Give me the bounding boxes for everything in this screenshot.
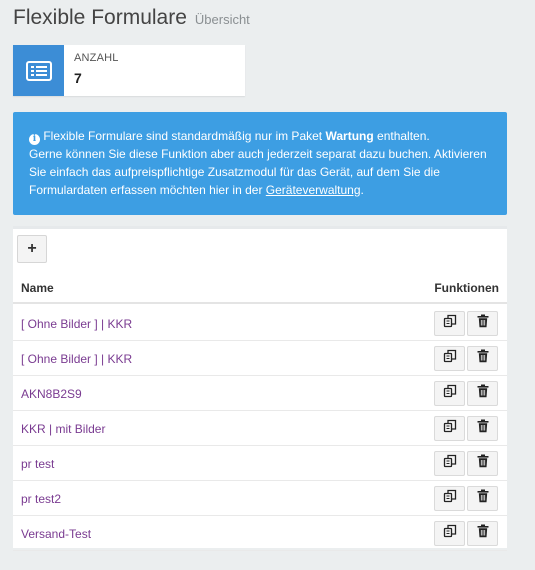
table-row: KKR | mit Bilder [13, 411, 507, 446]
info-line-2: Gerne können Sie diese Funktion aber auc… [29, 147, 487, 197]
copy-icon [443, 349, 457, 368]
trash-icon [477, 489, 489, 508]
copy-button[interactable] [434, 416, 465, 441]
trash-icon [477, 419, 489, 438]
info-circle-icon: i [29, 134, 40, 145]
table-body: [ Ohne Bilder ] | KKR [ Ohne Bilder ] | K… [13, 306, 507, 551]
list-card-icon [13, 45, 64, 96]
page-header: Flexible Formulare Übersicht [13, 6, 250, 30]
copy-button[interactable] [434, 486, 465, 511]
delete-button[interactable] [467, 381, 498, 406]
table-row: [ Ohne Bilder ] | KKR [13, 341, 507, 376]
table-row: AKN8B2S9 [13, 376, 507, 411]
copy-icon [443, 454, 457, 473]
copy-button[interactable] [434, 346, 465, 371]
form-name-link[interactable]: AKN8B2S9 [21, 387, 82, 401]
copy-button[interactable] [434, 521, 465, 546]
trash-icon [477, 524, 489, 543]
row-actions [434, 451, 498, 476]
delete-button[interactable] [467, 521, 498, 546]
copy-icon [443, 524, 457, 543]
form-name-link[interactable]: [ Ohne Bilder ] | KKR [21, 352, 132, 366]
stat-value: 7 [74, 70, 82, 86]
trash-icon [477, 454, 489, 473]
table-row: pr test2 [13, 481, 507, 516]
trash-icon [477, 349, 489, 368]
forms-table-panel: + Name Funktionen [ Ohne Bilder ] | KKR[… [13, 226, 507, 551]
form-name-link[interactable]: [ Ohne Bilder ] | KKR [21, 317, 132, 331]
copy-icon [443, 384, 457, 403]
row-actions [434, 416, 498, 441]
form-name-link[interactable]: pr test2 [21, 492, 61, 506]
copy-button[interactable] [434, 451, 465, 476]
copy-button[interactable] [434, 381, 465, 406]
info-text-1: Flexible Formulare sind standardmäßig nu… [43, 129, 326, 143]
table-header: Name Funktionen [13, 273, 507, 304]
row-actions [434, 486, 498, 511]
count-stat-box: ANZAHL 7 [13, 45, 245, 96]
row-actions [434, 381, 498, 406]
page-title: Flexible Formulare [13, 6, 187, 29]
row-actions [434, 346, 498, 371]
add-form-button[interactable]: + [17, 235, 47, 263]
column-header-name: Name [21, 281, 54, 295]
table-row: [ Ohne Bilder ] | KKR [13, 306, 507, 341]
delete-button[interactable] [467, 486, 498, 511]
stat-label: ANZAHL [74, 52, 119, 64]
copy-button[interactable] [434, 311, 465, 336]
delete-button[interactable] [467, 346, 498, 371]
row-actions [434, 311, 498, 336]
copy-icon [443, 314, 457, 333]
form-name-link[interactable]: pr test [21, 457, 54, 471]
trash-icon [477, 384, 489, 403]
form-name-link[interactable]: KKR | mit Bilder [21, 422, 105, 436]
column-header-functions: Funktionen [434, 281, 499, 295]
info-end: . [360, 183, 364, 197]
form-name-link[interactable]: Versand-Test [21, 527, 91, 541]
page-subtitle: Übersicht [194, 12, 250, 27]
copy-icon [443, 489, 457, 508]
geraeteverwaltung-link[interactable]: Geräteverwaltung [266, 183, 361, 197]
info-text-bold: Wartung [325, 129, 374, 143]
table-row: Versand-Test [13, 516, 507, 551]
table-row: pr test [13, 446, 507, 481]
info-alert: i Flexible Formulare sind standardmäßig … [13, 112, 507, 215]
delete-button[interactable] [467, 451, 498, 476]
delete-button[interactable] [467, 311, 498, 336]
row-actions [434, 521, 498, 546]
copy-icon [443, 419, 457, 438]
trash-icon [477, 314, 489, 333]
delete-button[interactable] [467, 416, 498, 441]
info-text-2: enthalten. [373, 129, 430, 143]
